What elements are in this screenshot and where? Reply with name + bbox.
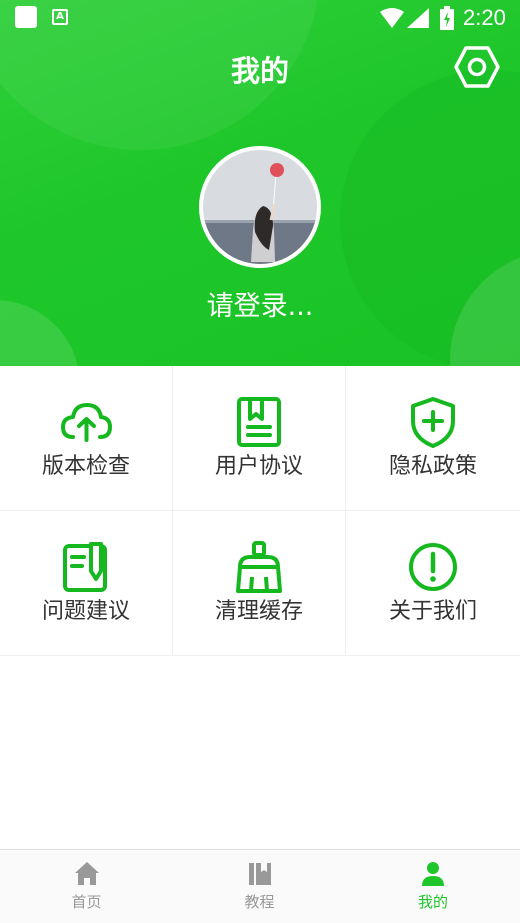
menu-item-label: 版本检查: [41, 454, 130, 479]
menu-item-label: 清理缓存: [214, 599, 303, 624]
menu-item-label: 隐私政策: [388, 454, 477, 479]
tab-mine[interactable]: 我的: [346, 850, 520, 923]
tab-home[interactable]: 首页: [0, 850, 173, 923]
tab-tutorial[interactable]: 教程: [173, 850, 346, 923]
bottom-tab-bar: 首页 教程 我的: [0, 849, 520, 923]
battery-icon: [440, 6, 454, 30]
menu-item-version-check[interactable]: 版本检查: [0, 366, 173, 511]
tab-label: 首页: [71, 893, 102, 911]
broom-icon: [236, 541, 282, 593]
menu-item-label: 关于我们: [388, 599, 477, 624]
note-pen-icon: [63, 542, 107, 592]
menu-item-label: 用户协议: [214, 454, 303, 479]
menu-item-feedback[interactable]: 问题建议: [0, 511, 173, 656]
notification-icon: [15, 6, 37, 28]
info-exclamation-icon: [409, 543, 457, 591]
login-prompt[interactable]: 请登录...: [0, 284, 520, 323]
shield-plus-icon: [411, 397, 455, 448]
status-time: 2:20: [463, 5, 506, 30]
page-title: 我的: [230, 54, 289, 88]
tab-label: 教程: [244, 893, 275, 911]
cloud-upload-icon: [61, 403, 112, 442]
settings-gear-icon[interactable]: [454, 44, 500, 90]
menu-item-privacy-policy[interactable]: 隐私政策: [346, 366, 520, 511]
wifi-icon: [380, 8, 404, 28]
app-notification-icon: A: [52, 9, 68, 25]
tab-label: 我的: [417, 893, 448, 911]
book-icon: [248, 863, 271, 885]
home-icon: [74, 862, 99, 885]
signal-icon: [407, 8, 429, 28]
person-icon: [422, 862, 444, 886]
menu-item-about-us[interactable]: 关于我们: [346, 511, 520, 656]
avatar[interactable]: [199, 146, 321, 268]
bookmark-document-icon: [237, 397, 281, 447]
menu-item-label: 问题建议: [41, 599, 130, 624]
menu-item-clear-cache[interactable]: 清理缓存: [173, 511, 346, 656]
status-bar: A 2:20: [0, 0, 520, 36]
profile-header: A 2:20 我的 请登录...: [0, 0, 520, 366]
menu-item-user-agreement[interactable]: 用户协议: [173, 366, 346, 511]
avatar-image: [203, 150, 317, 264]
